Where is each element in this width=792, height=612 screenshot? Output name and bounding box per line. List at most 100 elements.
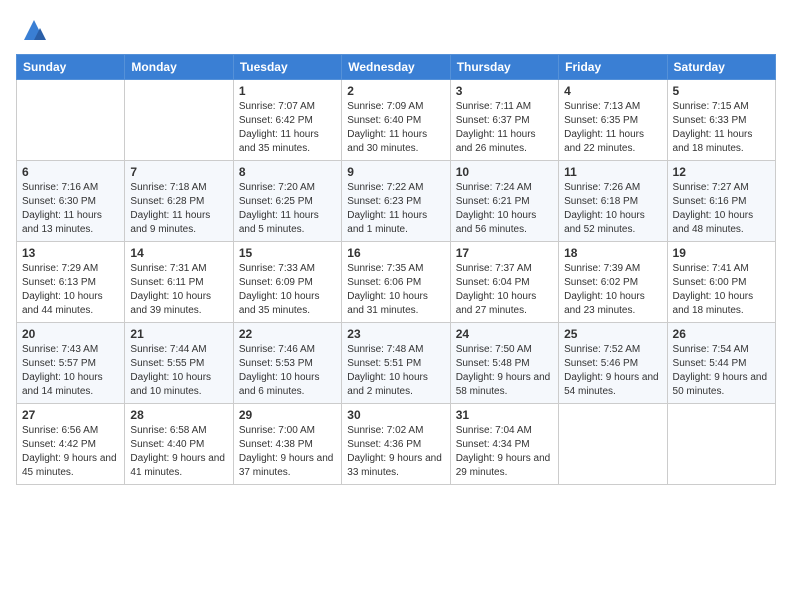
calendar-week-1: 1 Sunrise: 7:07 AMSunset: 6:42 PMDaylight… [17,80,776,161]
calendar-cell: 1 Sunrise: 7:07 AMSunset: 6:42 PMDaylight… [233,80,341,161]
cell-details: Sunrise: 7:35 AMSunset: 6:06 PMDaylight:… [347,262,444,318]
col-header-tuesday: Tuesday [233,55,341,80]
calendar-cell: 15 Sunrise: 7:33 AMSunset: 6:09 PMDayligh… [233,242,341,323]
day-number: 12 [673,165,770,179]
calendar-cell: 17 Sunrise: 7:37 AMSunset: 6:04 PMDayligh… [450,242,558,323]
cell-details: Sunrise: 7:07 AMSunset: 6:42 PMDaylight:… [239,100,336,156]
day-number: 18 [564,246,661,260]
col-header-sunday: Sunday [17,55,125,80]
day-number: 3 [456,84,553,98]
calendar-cell: 2 Sunrise: 7:09 AMSunset: 6:40 PMDaylight… [342,80,450,161]
calendar-cell: 19 Sunrise: 7:41 AMSunset: 6:00 PMDayligh… [667,242,775,323]
page-header [16,16,776,46]
logo [16,16,48,46]
day-number: 31 [456,408,553,422]
day-number: 14 [130,246,227,260]
day-number: 29 [239,408,336,422]
cell-details: Sunrise: 7:09 AMSunset: 6:40 PMDaylight:… [347,100,444,156]
calendar-cell: 6Sunrise: 7:16 AMSunset: 6:30 PMDaylight… [17,161,125,242]
calendar-cell: 20 Sunrise: 7:43 AMSunset: 5:57 PMDayligh… [17,323,125,404]
day-number: 23 [347,327,444,341]
day-number: 8 [239,165,336,179]
cell-details: Sunrise: 7:26 AMSunset: 6:18 PMDaylight:… [564,181,661,237]
calendar-cell: 29 Sunrise: 7:00 AMSunset: 4:38 PMDayligh… [233,404,341,485]
calendar-week-3: 13Sunrise: 7:29 AMSunset: 6:13 PMDayligh… [17,242,776,323]
day-number: 28 [130,408,227,422]
day-number: 2 [347,84,444,98]
col-header-monday: Monday [125,55,233,80]
cell-details: Sunrise: 7:11 AMSunset: 6:37 PMDaylight:… [456,100,553,156]
day-number: 26 [673,327,770,341]
calendar-cell: 3 Sunrise: 7:11 AMSunset: 6:37 PMDaylight… [450,80,558,161]
cell-details: Sunrise: 7:33 AMSunset: 6:09 PMDaylight:… [239,262,336,318]
calendar-table: SundayMondayTuesdayWednesdayThursdayFrid… [16,54,776,485]
cell-details: Sunrise: 7:48 AMSunset: 5:51 PMDaylight:… [347,343,444,399]
calendar-cell: 30Sunrise: 7:02 AMSunset: 4:36 PMDayligh… [342,404,450,485]
cell-details: Sunrise: 7:44 AMSunset: 5:55 PMDaylight:… [130,343,227,399]
cell-details: Sunrise: 7:13 AMSunset: 6:35 PMDaylight:… [564,100,661,156]
cell-details: Sunrise: 7:52 AMSunset: 5:46 PMDaylight:… [564,343,661,399]
logo-icon [20,16,48,44]
day-number: 6 [22,165,119,179]
col-header-wednesday: Wednesday [342,55,450,80]
calendar-cell: 11 Sunrise: 7:26 AMSunset: 6:18 PMDayligh… [559,161,667,242]
cell-details: Sunrise: 7:29 AMSunset: 6:13 PMDaylight:… [22,262,119,318]
cell-details: Sunrise: 7:31 AMSunset: 6:11 PMDaylight:… [130,262,227,318]
cell-details: Sunrise: 7:15 AMSunset: 6:33 PMDaylight:… [673,100,770,156]
day-number: 7 [130,165,227,179]
calendar-cell: 26 Sunrise: 7:54 AMSunset: 5:44 PMDayligh… [667,323,775,404]
cell-details: Sunrise: 7:04 AMSunset: 4:34 PMDaylight:… [456,424,553,480]
col-header-thursday: Thursday [450,55,558,80]
col-header-saturday: Saturday [667,55,775,80]
col-header-friday: Friday [559,55,667,80]
calendar-cell: 18 Sunrise: 7:39 AMSunset: 6:02 PMDayligh… [559,242,667,323]
cell-details: Sunrise: 6:56 AMSunset: 4:42 PMDaylight:… [22,424,119,480]
day-number: 16 [347,246,444,260]
calendar-cell [17,80,125,161]
day-number: 9 [347,165,444,179]
calendar-cell: 14 Sunrise: 7:31 AMSunset: 6:11 PMDayligh… [125,242,233,323]
calendar-cell: 27Sunrise: 6:56 AMSunset: 4:42 PMDayligh… [17,404,125,485]
cell-details: Sunrise: 6:58 AMSunset: 4:40 PMDaylight:… [130,424,227,480]
calendar-cell: 9 Sunrise: 7:22 AMSunset: 6:23 PMDaylight… [342,161,450,242]
calendar-cell [667,404,775,485]
day-number: 11 [564,165,661,179]
cell-details: Sunrise: 7:27 AMSunset: 6:16 PMDaylight:… [673,181,770,237]
day-number: 4 [564,84,661,98]
day-number: 30 [347,408,444,422]
cell-details: Sunrise: 7:37 AMSunset: 6:04 PMDaylight:… [456,262,553,318]
day-number: 15 [239,246,336,260]
cell-details: Sunrise: 7:39 AMSunset: 6:02 PMDaylight:… [564,262,661,318]
cell-details: Sunrise: 7:00 AMSunset: 4:38 PMDaylight:… [239,424,336,480]
day-number: 10 [456,165,553,179]
calendar-cell [125,80,233,161]
cell-details: Sunrise: 7:46 AMSunset: 5:53 PMDaylight:… [239,343,336,399]
cell-details: Sunrise: 7:50 AMSunset: 5:48 PMDaylight:… [456,343,553,399]
day-number: 1 [239,84,336,98]
calendar-cell: 23 Sunrise: 7:48 AMSunset: 5:51 PMDayligh… [342,323,450,404]
calendar-week-2: 6Sunrise: 7:16 AMSunset: 6:30 PMDaylight… [17,161,776,242]
cell-details: Sunrise: 7:20 AMSunset: 6:25 PMDaylight:… [239,181,336,237]
day-number: 22 [239,327,336,341]
calendar-cell: 22 Sunrise: 7:46 AMSunset: 5:53 PMDayligh… [233,323,341,404]
day-number: 17 [456,246,553,260]
cell-details: Sunrise: 7:54 AMSunset: 5:44 PMDaylight:… [673,343,770,399]
day-number: 21 [130,327,227,341]
cell-details: Sunrise: 7:22 AMSunset: 6:23 PMDaylight:… [347,181,444,237]
calendar-cell: 25Sunrise: 7:52 AMSunset: 5:46 PMDayligh… [559,323,667,404]
cell-details: Sunrise: 7:41 AMSunset: 6:00 PMDaylight:… [673,262,770,318]
calendar-header-row: SundayMondayTuesdayWednesdayThursdayFrid… [17,55,776,80]
cell-details: Sunrise: 7:43 AMSunset: 5:57 PMDaylight:… [22,343,119,399]
calendar-cell: 16 Sunrise: 7:35 AMSunset: 6:06 PMDayligh… [342,242,450,323]
day-number: 24 [456,327,553,341]
cell-details: Sunrise: 7:18 AMSunset: 6:28 PMDaylight:… [130,181,227,237]
calendar-cell: 28 Sunrise: 6:58 AMSunset: 4:40 PMDayligh… [125,404,233,485]
cell-details: Sunrise: 7:24 AMSunset: 6:21 PMDaylight:… [456,181,553,237]
calendar-cell: 5Sunrise: 7:15 AMSunset: 6:33 PMDaylight… [667,80,775,161]
calendar-cell: 13Sunrise: 7:29 AMSunset: 6:13 PMDayligh… [17,242,125,323]
calendar-cell: 10 Sunrise: 7:24 AMSunset: 6:21 PMDayligh… [450,161,558,242]
calendar-cell: 21 Sunrise: 7:44 AMSunset: 5:55 PMDayligh… [125,323,233,404]
day-number: 20 [22,327,119,341]
day-number: 19 [673,246,770,260]
calendar-cell: 31 Sunrise: 7:04 AMSunset: 4:34 PMDayligh… [450,404,558,485]
